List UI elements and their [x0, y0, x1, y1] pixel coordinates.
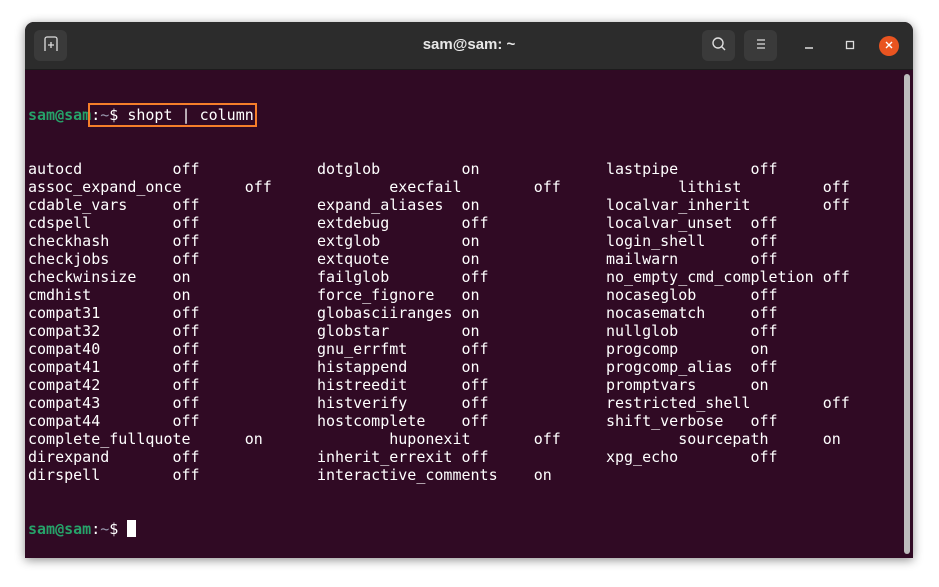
scrollbar[interactable]	[904, 74, 910, 554]
command-text: shopt | column	[127, 106, 254, 124]
output-line: checkwinsize on failglob off no_empty_cm…	[28, 268, 850, 286]
output-line: compat40 off gnu_errfmt off progcomp on	[28, 340, 769, 358]
prompt-path: ~	[100, 106, 110, 124]
search-icon	[711, 36, 727, 56]
prompt-path: ~	[100, 520, 110, 538]
output-line: compat43 off histverify off restricted_s…	[28, 394, 850, 412]
highlighted-command: :~$ shopt | column	[88, 103, 257, 127]
output-line: assoc_expand_once off execfail off lithi…	[28, 178, 850, 196]
terminal-output[interactable]: sam@sam:~$ shopt | column autocd off dot…	[28, 70, 898, 558]
menu-button[interactable]	[744, 30, 777, 61]
output-line: dirspell off interactive_comments on	[28, 466, 552, 484]
maximize-icon	[845, 39, 855, 54]
prompt-symbol: $	[109, 520, 128, 538]
maximize-button[interactable]	[840, 36, 860, 56]
output-line: compat44 off hostcomplete off shift_verb…	[28, 412, 778, 430]
terminal-window: sam@sam: ~ sam@sam:~$ shopt | column aut…	[25, 22, 913, 558]
output-line: compat42 off histreedit off promptvars o…	[28, 376, 769, 394]
output-line: checkhash off extglob on login_shell off	[28, 232, 778, 250]
output-line: cdable_vars off expand_aliases on localv…	[28, 196, 850, 214]
prompt-user-host: sam@sam	[28, 520, 92, 538]
hamburger-menu-icon	[754, 37, 768, 55]
output-line: checkjobs off extquote on mailwarn off	[28, 250, 778, 268]
text-cursor	[127, 520, 137, 537]
output-line: compat41 off histappend on progcomp_alia…	[28, 358, 778, 376]
close-button[interactable]	[879, 36, 899, 56]
output-line: compat31 off globasciiranges on nocasema…	[28, 304, 778, 322]
search-button[interactable]	[702, 30, 735, 61]
shopt-output: autocd off dotglob on lastpipe off assoc_…	[28, 160, 898, 484]
output-line: direxpand off inherit_errexit off xpg_ec…	[28, 448, 778, 466]
prompt-colon: :	[91, 520, 101, 538]
output-line: autocd off dotglob on lastpipe off	[28, 160, 778, 178]
title-bar: sam@sam: ~	[25, 22, 913, 70]
prompt-colon: :	[91, 106, 101, 124]
output-line: compat32 off globstar on nullglob off	[28, 322, 778, 340]
close-icon	[884, 39, 894, 53]
output-line: cdspell off extdebug off localvar_unset …	[28, 214, 778, 232]
prompt-user-host: sam@sam	[28, 106, 92, 124]
minimize-icon	[804, 39, 814, 54]
window-title: sam@sam: ~	[422, 36, 516, 53]
command-line: sam@sam:~$ shopt | column	[28, 103, 898, 127]
current-prompt-line[interactable]: sam@sam:~$	[28, 520, 898, 538]
output-line: cmdhist on force_fignore on nocaseglob o…	[28, 286, 778, 304]
output-line: complete_fullquote on huponexit off sour…	[28, 430, 841, 448]
minimize-button[interactable]	[799, 36, 819, 56]
prompt-symbol: $	[109, 106, 128, 124]
